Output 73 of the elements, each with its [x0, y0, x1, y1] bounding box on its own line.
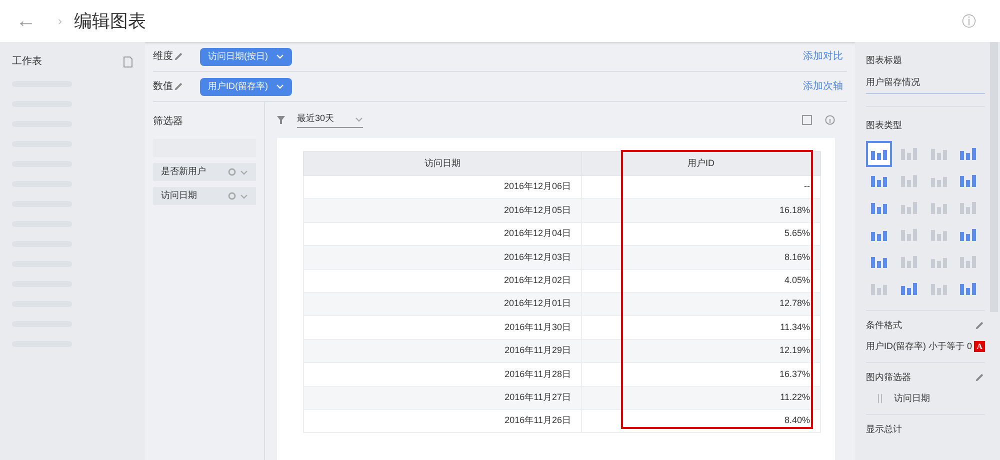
- table-cell: 11.34%: [582, 316, 820, 340]
- pencil-icon[interactable]: [974, 372, 985, 383]
- chart-type-icon: [870, 174, 888, 188]
- chart-type-icon: [900, 146, 918, 160]
- table-cell: 8.16%: [582, 246, 820, 270]
- section-label: 条件格式: [866, 318, 902, 332]
- table-cell: 2016年11月27日: [304, 386, 582, 410]
- section-label: 图表标题: [866, 54, 903, 67]
- chart-type-icon: [900, 174, 918, 188]
- chart-type-icon: [870, 282, 888, 296]
- chart-type-icon: [959, 282, 978, 296]
- caret-icon: [355, 116, 363, 122]
- shelf-label: 数值: [153, 80, 173, 94]
- chart-type-icon: [930, 282, 948, 296]
- drag-handle-icon[interactable]: [878, 394, 882, 404]
- table-cell: 2016年11月28日: [304, 362, 582, 386]
- table-cell: 2016年11月30日: [304, 316, 582, 340]
- chart-type-icon: [900, 200, 918, 214]
- table-cell: 16.18%: [582, 198, 820, 222]
- chart-type-icon: [900, 228, 918, 242]
- scrollbar[interactable]: [990, 42, 998, 312]
- chart-type-icon: [959, 174, 978, 188]
- chart-type-icon: [870, 200, 888, 214]
- format-swatch[interactable]: A: [974, 341, 985, 352]
- table-cell: 8.40%: [582, 409, 820, 433]
- filter-item[interactable]: 访问日期: [153, 187, 256, 205]
- filters-title: 筛选器: [153, 114, 184, 129]
- filter-field[interactable]: 访问日期: [894, 392, 930, 406]
- caret-icon: [240, 170, 248, 174]
- caret-icon: [240, 194, 248, 198]
- chart-type-icon: [959, 146, 978, 160]
- table-cell: 2016年12月03日: [304, 246, 582, 270]
- table-cell: 4.05%: [582, 269, 820, 292]
- table-cell: 2016年11月26日: [304, 409, 582, 433]
- chart-type-icon: [930, 228, 948, 242]
- add-sheet-icon[interactable]: [123, 56, 133, 68]
- column-header[interactable]: 访问日期: [304, 152, 582, 176]
- breadcrumb-separator: ›: [58, 13, 62, 29]
- chart-type-icon: [870, 254, 888, 268]
- filter-icon[interactable]: [277, 116, 285, 124]
- field-pill[interactable]: 用户ID(留存率): [200, 78, 292, 96]
- section-label: 显示总计: [866, 424, 902, 434]
- table-cell: 2016年12月05日: [304, 198, 582, 222]
- chart-type-icon: [959, 254, 978, 268]
- export-icon[interactable]: [802, 115, 813, 125]
- pencil-icon[interactable]: [173, 81, 184, 92]
- section-label: 图内筛选器: [866, 370, 911, 384]
- chart-type-icon: [900, 254, 918, 268]
- condition-rule: 用户ID(留存率) 小于等于 0: [866, 340, 972, 353]
- page-title: 编辑图表: [74, 10, 146, 33]
- caret-icon: [276, 84, 284, 89]
- section-label: 图表类型: [866, 120, 902, 130]
- gear-icon: [228, 192, 236, 200]
- chart-type-icon: [959, 200, 978, 214]
- chart-type-icon: [900, 282, 918, 296]
- table-cell: 2016年12月02日: [304, 269, 582, 292]
- info-icon[interactable]: [825, 115, 835, 125]
- chart-type-icon: [930, 146, 948, 160]
- chart-type-icon: [930, 200, 948, 214]
- filter-item[interactable]: 是否新用户: [153, 163, 256, 181]
- pencil-icon[interactable]: [173, 51, 184, 62]
- pencil-icon[interactable]: [974, 320, 985, 331]
- caret-icon: [276, 54, 284, 59]
- chart-type-icon: [959, 228, 978, 242]
- table-cell: 16.37%: [582, 362, 820, 386]
- field-pill[interactable]: 访问日期(按日): [200, 48, 292, 66]
- chart-title-field[interactable]: 用户留存情况: [866, 76, 985, 94]
- chart-type-button[interactable]: [866, 140, 892, 166]
- table-cell: 11.22%: [582, 386, 820, 410]
- sidebar-title: 工作表: [12, 54, 42, 69]
- date-range-dropdown[interactable]: 最近30天: [297, 112, 363, 128]
- gear-icon: [228, 168, 236, 176]
- shelf-label: 维度: [153, 50, 173, 64]
